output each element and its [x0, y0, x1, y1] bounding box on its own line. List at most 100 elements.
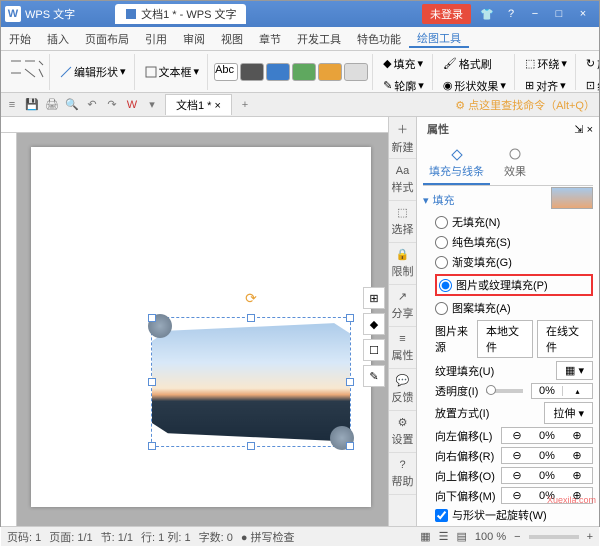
swatch-blue[interactable] — [266, 63, 290, 81]
redo-icon[interactable]: ↷ — [105, 98, 119, 112]
transparency-spinner[interactable]: 0%▴ — [531, 383, 593, 399]
vtool-选择[interactable]: ⬚选择 — [389, 201, 416, 243]
wps-icon[interactable]: W — [125, 98, 139, 112]
resize-handle[interactable] — [148, 442, 156, 450]
vtool-分享[interactable]: ↗分享 — [389, 285, 416, 327]
texture-dropdown[interactable]: ▦ ▾ — [556, 361, 593, 380]
effect-options-icon[interactable]: ✎ — [363, 365, 385, 387]
document-title-tab[interactable]: 文档1 * - WPS 文字 — [115, 4, 246, 24]
menu-绘图工具[interactable]: 绘图工具 — [409, 30, 469, 48]
placement-dropdown[interactable]: 拉伸 ▾ — [544, 402, 593, 424]
menu-特色功能[interactable]: 特色功能 — [349, 31, 409, 47]
vtool-设置[interactable]: ⚙设置 — [389, 411, 416, 453]
rotate-handle[interactable]: ⟳ — [245, 290, 257, 307]
resize-handle[interactable] — [346, 378, 354, 386]
resize-handle[interactable] — [346, 314, 354, 322]
fill-preview-thumb[interactable] — [551, 187, 593, 209]
opt-gradient-fill[interactable]: 渐变填充(G) — [435, 254, 593, 270]
menu-章节[interactable]: 章节 — [251, 31, 289, 47]
opt-solid-fill[interactable]: 纯色填充(S) — [435, 234, 593, 250]
tab-fill-line[interactable]: 填充与线条 — [423, 143, 490, 185]
status-pages[interactable]: 页面: 1/1 — [49, 529, 92, 545]
menu-页面布局[interactable]: 页面布局 — [77, 31, 137, 47]
document-canvas[interactable]: ⟳ ⊞ ◆ ☐ ✎ — [1, 117, 389, 526]
vtool-帮助[interactable]: ?帮助 — [389, 453, 416, 495]
undo-icon[interactable]: ↶ — [85, 98, 99, 112]
menu-插入[interactable]: 插入 — [39, 31, 77, 47]
menu-视图[interactable]: 视图 — [213, 31, 251, 47]
opt-pattern-fill[interactable]: 图案填充(A) — [435, 300, 593, 316]
status-spell[interactable]: ● 拼写检查 — [241, 529, 295, 545]
print-icon[interactable]: 🖨 — [45, 98, 59, 112]
menu-开始[interactable]: 开始 — [1, 31, 39, 47]
edit-shape-button[interactable]: 编辑形状 ▾ — [56, 62, 130, 82]
save-icon[interactable]: 💾 — [25, 98, 39, 112]
zoom-level[interactable]: 100 % — [475, 531, 506, 543]
outline-button[interactable]: ✎ 轮廓 ▾ — [379, 76, 428, 94]
offset-right-spinner[interactable]: ⊖0%⊕ — [501, 447, 593, 464]
zoom-out-icon[interactable]: − — [514, 531, 520, 543]
resize-handle[interactable] — [247, 314, 255, 322]
vtool-限制[interactable]: 🔒限制 — [389, 243, 416, 285]
menu-引用[interactable]: 引用 — [137, 31, 175, 47]
line-icon[interactable] — [9, 57, 45, 87]
vtool-属性[interactable]: ≡属性 — [389, 327, 416, 369]
resize-handle[interactable] — [346, 442, 354, 450]
swatch-dark[interactable] — [240, 63, 264, 81]
maximize-button[interactable]: □ — [547, 8, 571, 20]
tab-effect[interactable]: 效果 — [498, 143, 532, 185]
doc-tab[interactable]: 文档1 * × — [165, 94, 232, 115]
transparency-slider[interactable] — [486, 389, 523, 393]
swatch-green[interactable] — [292, 63, 316, 81]
layout-options-icon[interactable]: ⊞ — [363, 287, 385, 309]
menu-开发工具[interactable]: 开发工具 — [289, 31, 349, 47]
rotate-button[interactable]: ↻ 旋 — [582, 54, 599, 74]
offset-up-spinner[interactable]: ⊖0%⊕ — [501, 467, 593, 484]
local-file-button[interactable]: 本地文件 — [477, 320, 533, 358]
menu-审阅[interactable]: 审阅 — [175, 31, 213, 47]
add-tab-icon[interactable]: + — [238, 98, 252, 112]
swatch-white[interactable]: Abc — [214, 63, 238, 81]
menu-icon[interactable]: ≡ — [5, 98, 19, 112]
status-words[interactable]: 字数: 0 — [199, 529, 233, 545]
view-print-icon[interactable]: ▦ — [420, 530, 430, 543]
textbox-button[interactable]: 文本框 ▾ — [141, 62, 204, 82]
view-web-icon[interactable]: ☰ — [439, 530, 449, 543]
page[interactable]: ⟳ — [31, 147, 371, 507]
format-painter-button[interactable]: 🖌 格式刷 — [439, 54, 496, 74]
fill-button[interactable]: ◆ 填充 ▾ — [379, 54, 427, 74]
vtool-反馈[interactable]: 💬反馈 — [389, 369, 416, 411]
outline-options-icon[interactable]: ☐ — [363, 339, 385, 361]
command-search[interactable]: ⚙ 点这里查找命令（Alt+Q） — [455, 97, 595, 113]
rotate-with-shape[interactable]: 与形状一起旋转(W) — [435, 507, 593, 523]
opt-picture-fill[interactable]: 图片或纹理填充(P) — [435, 274, 593, 296]
online-file-button[interactable]: 在线文件 — [537, 320, 593, 358]
minimize-button[interactable]: − — [523, 8, 547, 20]
resize-handle[interactable] — [247, 442, 255, 450]
dropdown-icon[interactable]: ▾ — [145, 98, 159, 112]
group-button[interactable]: ⊡ 组 — [582, 76, 599, 94]
close-button[interactable]: × — [571, 8, 595, 20]
swatch-gray[interactable] — [344, 63, 368, 81]
login-status[interactable]: 未登录 — [422, 4, 471, 24]
swatch-orange[interactable] — [318, 63, 342, 81]
wrap-button[interactable]: ⬚ 环绕 ▾ — [521, 54, 571, 74]
resize-handle[interactable] — [148, 314, 156, 322]
align-button[interactable]: ⊞ 对齐 ▾ — [521, 76, 570, 94]
view-outline-icon[interactable]: ▤ — [457, 530, 467, 543]
vtool-新建[interactable]: ＋新建 — [389, 117, 416, 159]
status-page[interactable]: 页码: 1 — [7, 529, 41, 545]
resize-handle[interactable] — [148, 378, 156, 386]
selected-shape[interactable]: ⟳ — [151, 317, 351, 447]
question-icon[interactable]: ? — [499, 8, 523, 20]
zoom-slider[interactable] — [529, 535, 579, 539]
panel-menu-icon[interactable]: ⇲ × — [574, 123, 593, 136]
opt-no-fill[interactable]: 无填充(N) — [435, 214, 593, 230]
shirt-icon[interactable]: 👕 — [475, 8, 499, 21]
vtool-样式[interactable]: Aa样式 — [389, 159, 416, 201]
shape-effect-button[interactable]: ◉ 形状效果 ▾ — [439, 76, 510, 94]
preview-icon[interactable]: 🔍 — [65, 98, 79, 112]
fill-options-icon[interactable]: ◆ — [363, 313, 385, 335]
offset-left-spinner[interactable]: ⊖0%⊕ — [501, 427, 593, 444]
zoom-in-icon[interactable]: + — [587, 531, 593, 543]
